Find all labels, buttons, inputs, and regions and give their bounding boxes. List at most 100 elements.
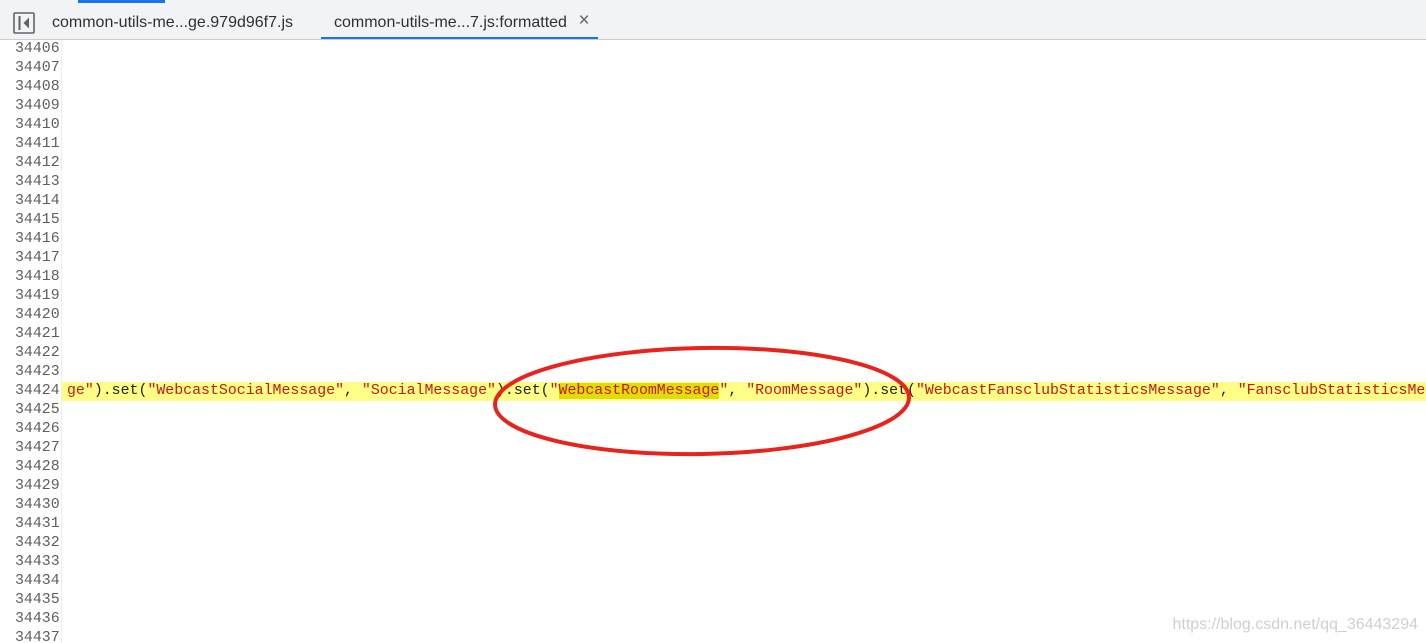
line-number[interactable]: 34425 bbox=[0, 401, 62, 420]
line-number[interactable]: 34422 bbox=[0, 344, 62, 363]
code-punctuation: , bbox=[728, 383, 747, 399]
editor-line: 34431 bbox=[0, 515, 1426, 534]
editor-line: 34433 bbox=[0, 553, 1426, 572]
code-line[interactable] bbox=[62, 192, 1426, 211]
code-line[interactable] bbox=[62, 420, 1426, 439]
code-line[interactable] bbox=[62, 363, 1426, 382]
editor-line: 34421 bbox=[0, 325, 1426, 344]
watermark-text: https://blog.csdn.net/qq_36443294 bbox=[1172, 616, 1418, 633]
line-number[interactable]: 34428 bbox=[0, 458, 62, 477]
code-line[interactable] bbox=[62, 515, 1426, 534]
line-number[interactable]: 34420 bbox=[0, 306, 62, 325]
editor-line: 34417 bbox=[0, 249, 1426, 268]
code-line[interactable] bbox=[62, 230, 1426, 249]
code-line[interactable] bbox=[62, 306, 1426, 325]
string-literal: "WebcastSocialMessage" bbox=[147, 383, 345, 399]
line-number[interactable]: 34406 bbox=[0, 40, 62, 59]
line-number[interactable]: 34433 bbox=[0, 553, 62, 572]
code-punctuation: ).set( bbox=[93, 383, 148, 399]
code-punctuation: , bbox=[344, 383, 362, 399]
line-number[interactable]: 34435 bbox=[0, 591, 62, 610]
line-number[interactable]: 34413 bbox=[0, 173, 62, 192]
line-number[interactable]: 34421 bbox=[0, 325, 62, 344]
code-editor[interactable]: 34406 34407 34408 34409 34410 34411 34412 34413… bbox=[0, 40, 1426, 643]
code-line[interactable] bbox=[62, 553, 1426, 572]
editor-line: 34410 bbox=[0, 116, 1426, 135]
editor-line: 34430 bbox=[0, 496, 1426, 515]
editor-line: 34423 bbox=[0, 363, 1426, 382]
line-number[interactable]: 34412 bbox=[0, 154, 62, 173]
code-line[interactable] bbox=[62, 287, 1426, 306]
string-literal: "RoomMessage" bbox=[746, 383, 863, 399]
line-number[interactable]: 34426 bbox=[0, 420, 62, 439]
code-line[interactable] bbox=[62, 116, 1426, 135]
editor-line: 34434 bbox=[0, 572, 1426, 591]
code-line[interactable] bbox=[62, 40, 1426, 59]
line-number[interactable]: 34424 bbox=[0, 382, 62, 401]
line-number[interactable]: 34431 bbox=[0, 515, 62, 534]
code-line[interactable] bbox=[62, 344, 1426, 363]
navigator-toggle-button[interactable] bbox=[8, 8, 40, 38]
editor-line: 34432 bbox=[0, 534, 1426, 553]
code-line[interactable] bbox=[62, 78, 1426, 97]
editor-line: 34413 bbox=[0, 173, 1426, 192]
line-number[interactable]: 34432 bbox=[0, 534, 62, 553]
line-number[interactable]: 34408 bbox=[0, 78, 62, 97]
line-number[interactable]: 34419 bbox=[0, 287, 62, 306]
code-line[interactable] bbox=[62, 534, 1426, 553]
tab-common-utils-js[interactable]: common-utils-me...ge.979d96f7.js bbox=[40, 0, 321, 39]
line-number[interactable]: 34409 bbox=[0, 97, 62, 116]
code-punctuation: ).set( bbox=[495, 383, 550, 399]
line-number[interactable]: 34423 bbox=[0, 363, 62, 382]
line-number[interactable]: 34411 bbox=[0, 135, 62, 154]
line-number[interactable]: 34430 bbox=[0, 496, 62, 515]
code-punctuation: ).set( bbox=[862, 383, 916, 399]
editor-line: 34426 bbox=[0, 420, 1426, 439]
code-line[interactable] bbox=[62, 401, 1426, 420]
string-literal: "WebcastFansclubStatisticsMessage" bbox=[915, 383, 1220, 399]
highlighted-line: 34424 ge").set("WebcastSocialMessage", "S… bbox=[0, 382, 1426, 401]
code-line[interactable] bbox=[62, 439, 1426, 458]
code-line[interactable] bbox=[62, 135, 1426, 154]
line-number[interactable]: 34410 bbox=[0, 116, 62, 135]
string-literal: " bbox=[719, 383, 729, 399]
line-number[interactable]: 34418 bbox=[0, 268, 62, 287]
line-number[interactable]: 34434 bbox=[0, 572, 62, 591]
code-line[interactable] bbox=[62, 154, 1426, 173]
code-line[interactable] bbox=[62, 249, 1426, 268]
line-number[interactable]: 34415 bbox=[0, 211, 62, 230]
line-number[interactable]: 34407 bbox=[0, 59, 62, 78]
editor-line: 34427 bbox=[0, 439, 1426, 458]
code-line[interactable] bbox=[62, 59, 1426, 78]
tab-common-utils-js-formatted[interactable]: common-utils-me...7.js:formatted × bbox=[321, 0, 598, 39]
editor-line: 34435 bbox=[0, 591, 1426, 610]
line-number[interactable]: 34427 bbox=[0, 439, 62, 458]
line-number[interactable]: 34436 bbox=[0, 610, 62, 629]
line-number[interactable]: 34414 bbox=[0, 192, 62, 211]
code-line[interactable] bbox=[62, 325, 1426, 344]
code-punctuation: , bbox=[1219, 383, 1238, 399]
code-line[interactable] bbox=[62, 496, 1426, 515]
code-line[interactable] bbox=[62, 572, 1426, 591]
close-tab-button[interactable]: × bbox=[576, 11, 592, 30]
editor-line: 34416 bbox=[0, 230, 1426, 249]
code-line[interactable] bbox=[62, 211, 1426, 230]
code-line[interactable] bbox=[62, 591, 1426, 610]
string-literal: "SocialMessage" bbox=[361, 383, 496, 399]
code-line[interactable] bbox=[62, 477, 1426, 496]
editor-line: 34428 bbox=[0, 458, 1426, 477]
code-line[interactable] bbox=[62, 97, 1426, 116]
editor-tab-bar: common-utils-me...ge.979d96f7.js common-… bbox=[0, 0, 1426, 40]
code-line[interactable]: ge").set("WebcastSocialMessage", "Social… bbox=[62, 382, 1426, 401]
editor-line: 34412 bbox=[0, 154, 1426, 173]
line-number[interactable]: 34417 bbox=[0, 249, 62, 268]
line-number[interactable]: 34416 bbox=[0, 230, 62, 249]
code-line[interactable] bbox=[62, 458, 1426, 477]
code-line[interactable] bbox=[62, 268, 1426, 287]
string-literal: " bbox=[549, 383, 559, 399]
editor-line: 34408 bbox=[0, 78, 1426, 97]
line-number[interactable]: 34437 bbox=[0, 629, 62, 643]
code-line[interactable] bbox=[62, 173, 1426, 192]
line-number[interactable]: 34429 bbox=[0, 477, 62, 496]
editor-line: 34425 bbox=[0, 401, 1426, 420]
